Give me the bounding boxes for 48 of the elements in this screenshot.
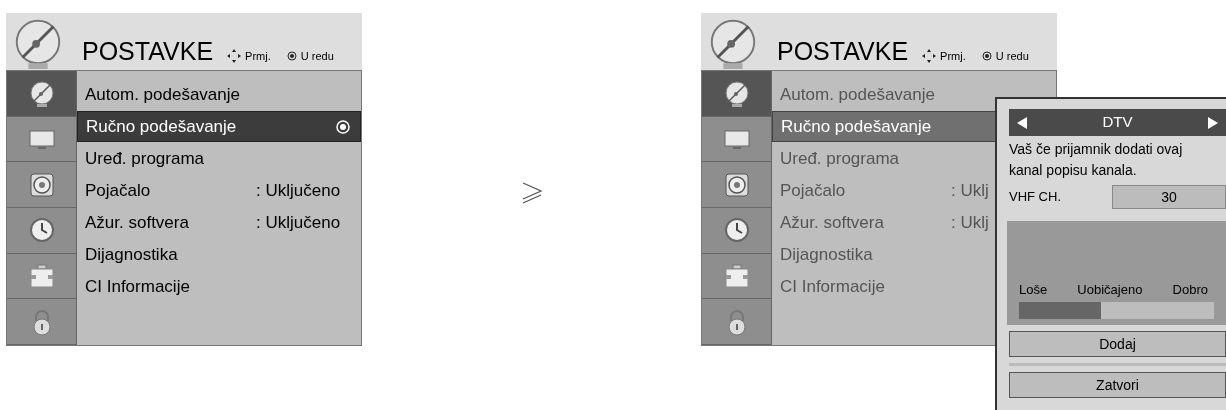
speaker-icon — [27, 170, 56, 199]
hint-label: Prmj. — [940, 48, 966, 64]
channel-field[interactable]: 30 — [1112, 185, 1226, 209]
menu-item[interactable]: Ažur. softvera : Uključeno — [77, 207, 361, 238]
category-tab[interactable] — [7, 116, 77, 163]
menu-item[interactable]: Ručno podešavanje — [77, 111, 361, 142]
category-tab[interactable] — [702, 71, 772, 117]
menu-title: POSTAVKE — [82, 39, 214, 64]
clock-icon — [27, 216, 56, 245]
category-tab[interactable] — [7, 162, 77, 208]
dialog-button[interactable]: Dodaj — [1009, 331, 1226, 357]
menu-item[interactable]: Autom. podešavanje — [772, 79, 1056, 110]
category-tab[interactable] — [702, 253, 772, 300]
menu-item[interactable]: Autom. podešavanje — [77, 79, 361, 110]
dialog-message: Vaš če prijamnik dodati ovaj kanal popisu kanala. — [1009, 140, 1184, 180]
ok-button-icon — [981, 50, 992, 61]
category-tab[interactable] — [702, 208, 772, 254]
category-tab[interactable] — [7, 208, 77, 254]
menu-title: POSTAVKE — [777, 39, 909, 64]
category-tab[interactable] — [7, 299, 77, 346]
menu-item[interactable]: Uređ. programa — [77, 143, 361, 174]
signal-scale-label: Loše — [1019, 280, 1048, 299]
left-arrow-icon[interactable] — [1017, 116, 1027, 129]
dialog-button[interactable]: Zatvori — [1009, 372, 1226, 398]
signal-scale-label: Dobro — [1172, 280, 1208, 299]
hint-label: Prmj. — [245, 48, 271, 64]
speaker-icon — [722, 170, 751, 199]
menu-item[interactable]: Pojačalo : Uključeno — [77, 175, 361, 206]
source-selector[interactable]: DTV — [1009, 109, 1226, 136]
ok-button-icon — [286, 50, 297, 61]
menu-item[interactable]: CI Informacije — [77, 271, 361, 302]
menu-item[interactable]: Dijagnostika — [77, 239, 361, 270]
category-tab[interactable] — [702, 162, 772, 208]
direction-pad-icon — [227, 48, 242, 63]
signal-scale-label: Uobičajeno — [1077, 280, 1143, 299]
hint-label: U redu — [300, 48, 334, 64]
satellite-dish-icon — [27, 79, 56, 108]
category-tab[interactable] — [7, 253, 77, 300]
category-tab[interactable] — [702, 116, 772, 163]
category-tab[interactable] — [702, 299, 772, 346]
right-arrow-icon[interactable] — [1208, 116, 1218, 129]
arrow-icon — [520, 181, 543, 205]
direction-pad-icon — [922, 48, 937, 63]
channel-label: VHF CH. — [1009, 188, 1062, 207]
satellite-dish-icon — [722, 79, 751, 108]
hint-label: U redu — [995, 48, 1029, 64]
category-tab[interactable] — [7, 71, 77, 117]
clock-icon — [722, 216, 751, 245]
